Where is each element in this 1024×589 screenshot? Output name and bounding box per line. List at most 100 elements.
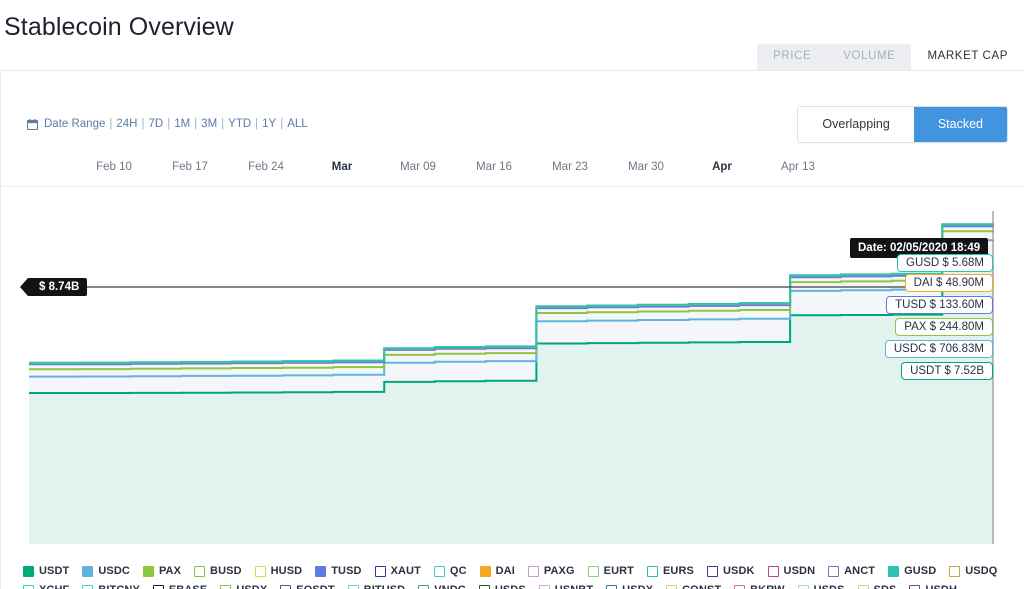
end-label-gusd: GUSD $ 5.68M: [897, 254, 993, 272]
legend-item-label: SDS: [874, 584, 897, 589]
legend-item-husd[interactable]: HUSD: [254, 563, 303, 579]
range-separator: |: [255, 118, 259, 130]
legend-item-xchf[interactable]: XCHF: [23, 582, 69, 589]
legend-swatch-icon: [280, 584, 292, 589]
tab-market-cap[interactable]: MARKET CAP: [911, 43, 1024, 70]
legend-item-tusd[interactable]: TUSD: [315, 563, 361, 579]
legend-item-eurs[interactable]: EURS: [647, 563, 694, 579]
chart-plot-area[interactable]: [1, 151, 1024, 566]
legend-item-usds[interactable]: USDS: [797, 582, 845, 589]
legend-swatch-icon: [152, 584, 164, 589]
legend-item-label: BITCNY: [98, 584, 140, 589]
legend-swatch-icon: [254, 565, 266, 577]
overlapping-mode-button[interactable]: Overlapping: [798, 107, 914, 142]
stacked-mode-button[interactable]: Stacked: [913, 107, 1007, 142]
legend-swatch-icon: [347, 584, 359, 589]
range-separator: |: [167, 118, 171, 130]
legend-item-xaut[interactable]: XAUT: [374, 563, 421, 579]
legend-swatch-icon: [666, 584, 678, 589]
legend-item-const[interactable]: CONST: [666, 582, 721, 589]
legend-item-bkrw[interactable]: BKRW: [734, 582, 784, 589]
legend-item-label: XCHF: [39, 584, 69, 589]
legend-item-label: USDH: [925, 584, 957, 589]
legend-item-usds[interactable]: USDS: [478, 582, 526, 589]
range-separator: |: [280, 118, 284, 130]
tab-volume[interactable]: VOLUME: [827, 43, 912, 70]
legend-item-label: USDS: [814, 584, 845, 589]
legend-item-label: USDX: [622, 584, 653, 589]
legend-item-usdx[interactable]: USDX: [220, 582, 267, 589]
legend-swatch-icon: [142, 565, 154, 577]
legend-swatch-icon: [909, 584, 921, 589]
end-label-tusd: TUSD $ 133.60M: [886, 296, 993, 314]
legend-item-label: TUSD: [331, 565, 362, 577]
date-range-control: Date Range | 24H | 7D | 1M | 3M | YTD | 1Y | ALL: [27, 118, 309, 130]
legend-swatch-icon: [797, 584, 809, 589]
legend-swatch-icon: [888, 565, 900, 577]
legend-swatch-icon: [606, 584, 618, 589]
legend-item-eurt[interactable]: EURT: [587, 563, 634, 579]
range-option-1m[interactable]: 1M: [173, 118, 191, 130]
legend-item-eosdt[interactable]: EOSDT: [280, 582, 335, 589]
legend-item-label: USDN: [783, 565, 816, 577]
legend-item-sds[interactable]: SDS: [857, 582, 897, 589]
stablecoin-overview-page: Stablecoin Overview PRICE VOLUME MARKET CA…: [0, 0, 1024, 589]
legend-item-usdc[interactable]: USDC: [82, 563, 130, 579]
legend-item-bitcny[interactable]: BITCNY: [82, 582, 140, 589]
tab-price[interactable]: PRICE: [757, 43, 828, 70]
legend-item-label: USDS: [495, 584, 526, 589]
legend-item-label: QC: [449, 565, 467, 577]
legend-swatch-icon: [647, 565, 658, 577]
legend-item-usdk[interactable]: USDK: [706, 563, 755, 579]
legend-item-usdn[interactable]: USDN: [767, 563, 816, 579]
legend-item-label: USDK: [722, 565, 755, 577]
end-label-usdt: USDT $ 7.52B: [901, 362, 993, 380]
legend-item-label: EOSDT: [296, 584, 334, 589]
view-mode-toggle[interactable]: Overlapping Stacked: [797, 106, 1008, 143]
market-cap-chart[interactable]: Feb 10 Feb 17 Feb 24 Mar Mar 09 Mar 16 Mar 23 M…: [1, 151, 1024, 566]
legend-swatch-icon: [194, 565, 206, 577]
legend-item-ebase[interactable]: EBASE: [152, 582, 207, 589]
legend-item-label: BITUSD: [364, 584, 406, 589]
legend-item-anct[interactable]: ANCT: [828, 563, 875, 579]
legend-item-label: EBASE: [169, 584, 207, 589]
range-option-1y[interactable]: 1Y: [261, 118, 277, 130]
legend-item-usdh[interactable]: USDH: [909, 582, 957, 589]
chart-card: Date Range | 24H | 7D | 1M | 3M | YTD | 1Y | ALL Over…: [0, 70, 1024, 589]
legend-item-dai[interactable]: DAI: [479, 563, 515, 579]
legend-swatch-icon: [479, 565, 491, 577]
legend-item-vndc[interactable]: VNDC: [418, 582, 466, 589]
legend-item-label: USNBT: [555, 584, 593, 589]
legend-item-usdq[interactable]: USDQ: [949, 563, 997, 579]
legend-item-label: EURS: [663, 565, 694, 577]
range-option-24h[interactable]: 24H: [115, 118, 138, 130]
total-value-marker: $ 8.74B: [19, 278, 88, 296]
legend-item-label: PAX: [158, 565, 182, 577]
legend-swatch-icon: [706, 565, 718, 577]
legend-item-usnbt[interactable]: USNBT: [538, 582, 593, 589]
range-option-all[interactable]: ALL: [286, 118, 308, 130]
legend-swatch-icon: [433, 565, 445, 577]
range-separator: |: [194, 118, 198, 130]
legend-item-usdx[interactable]: USDX: [606, 582, 653, 589]
legend-item-paxg[interactable]: PAXG: [527, 563, 575, 579]
legend-swatch-icon: [374, 565, 386, 577]
legend-item-busd[interactable]: BUSD: [194, 563, 242, 579]
series-legend[interactable]: USDT USDC PAX BUSD HUSD TUSD XAUT QC DAI PAXG EURT…: [23, 563, 1013, 589]
legend-swatch-icon: [538, 584, 550, 589]
range-option-7d[interactable]: 7D: [147, 118, 164, 130]
legend-item-bitusd[interactable]: BITUSD: [347, 582, 406, 589]
end-label-dai: DAI $ 48.90M: [904, 274, 993, 292]
calendar-icon: [27, 118, 38, 130]
legend-item-pax[interactable]: PAX: [142, 563, 182, 579]
legend-item-label: USDC: [98, 565, 130, 577]
legend-swatch-icon: [857, 584, 869, 589]
legend-item-usdt[interactable]: USDT: [23, 563, 69, 579]
legend-item-label: USDQ: [965, 565, 998, 577]
legend-item-qc[interactable]: QC: [433, 563, 467, 579]
legend-item-label: ANCT: [844, 565, 876, 577]
range-option-3m[interactable]: 3M: [200, 118, 218, 130]
legend-item-gusd[interactable]: GUSD: [888, 563, 936, 579]
legend-swatch-icon: [220, 584, 232, 589]
range-option-ytd[interactable]: YTD: [227, 118, 252, 130]
